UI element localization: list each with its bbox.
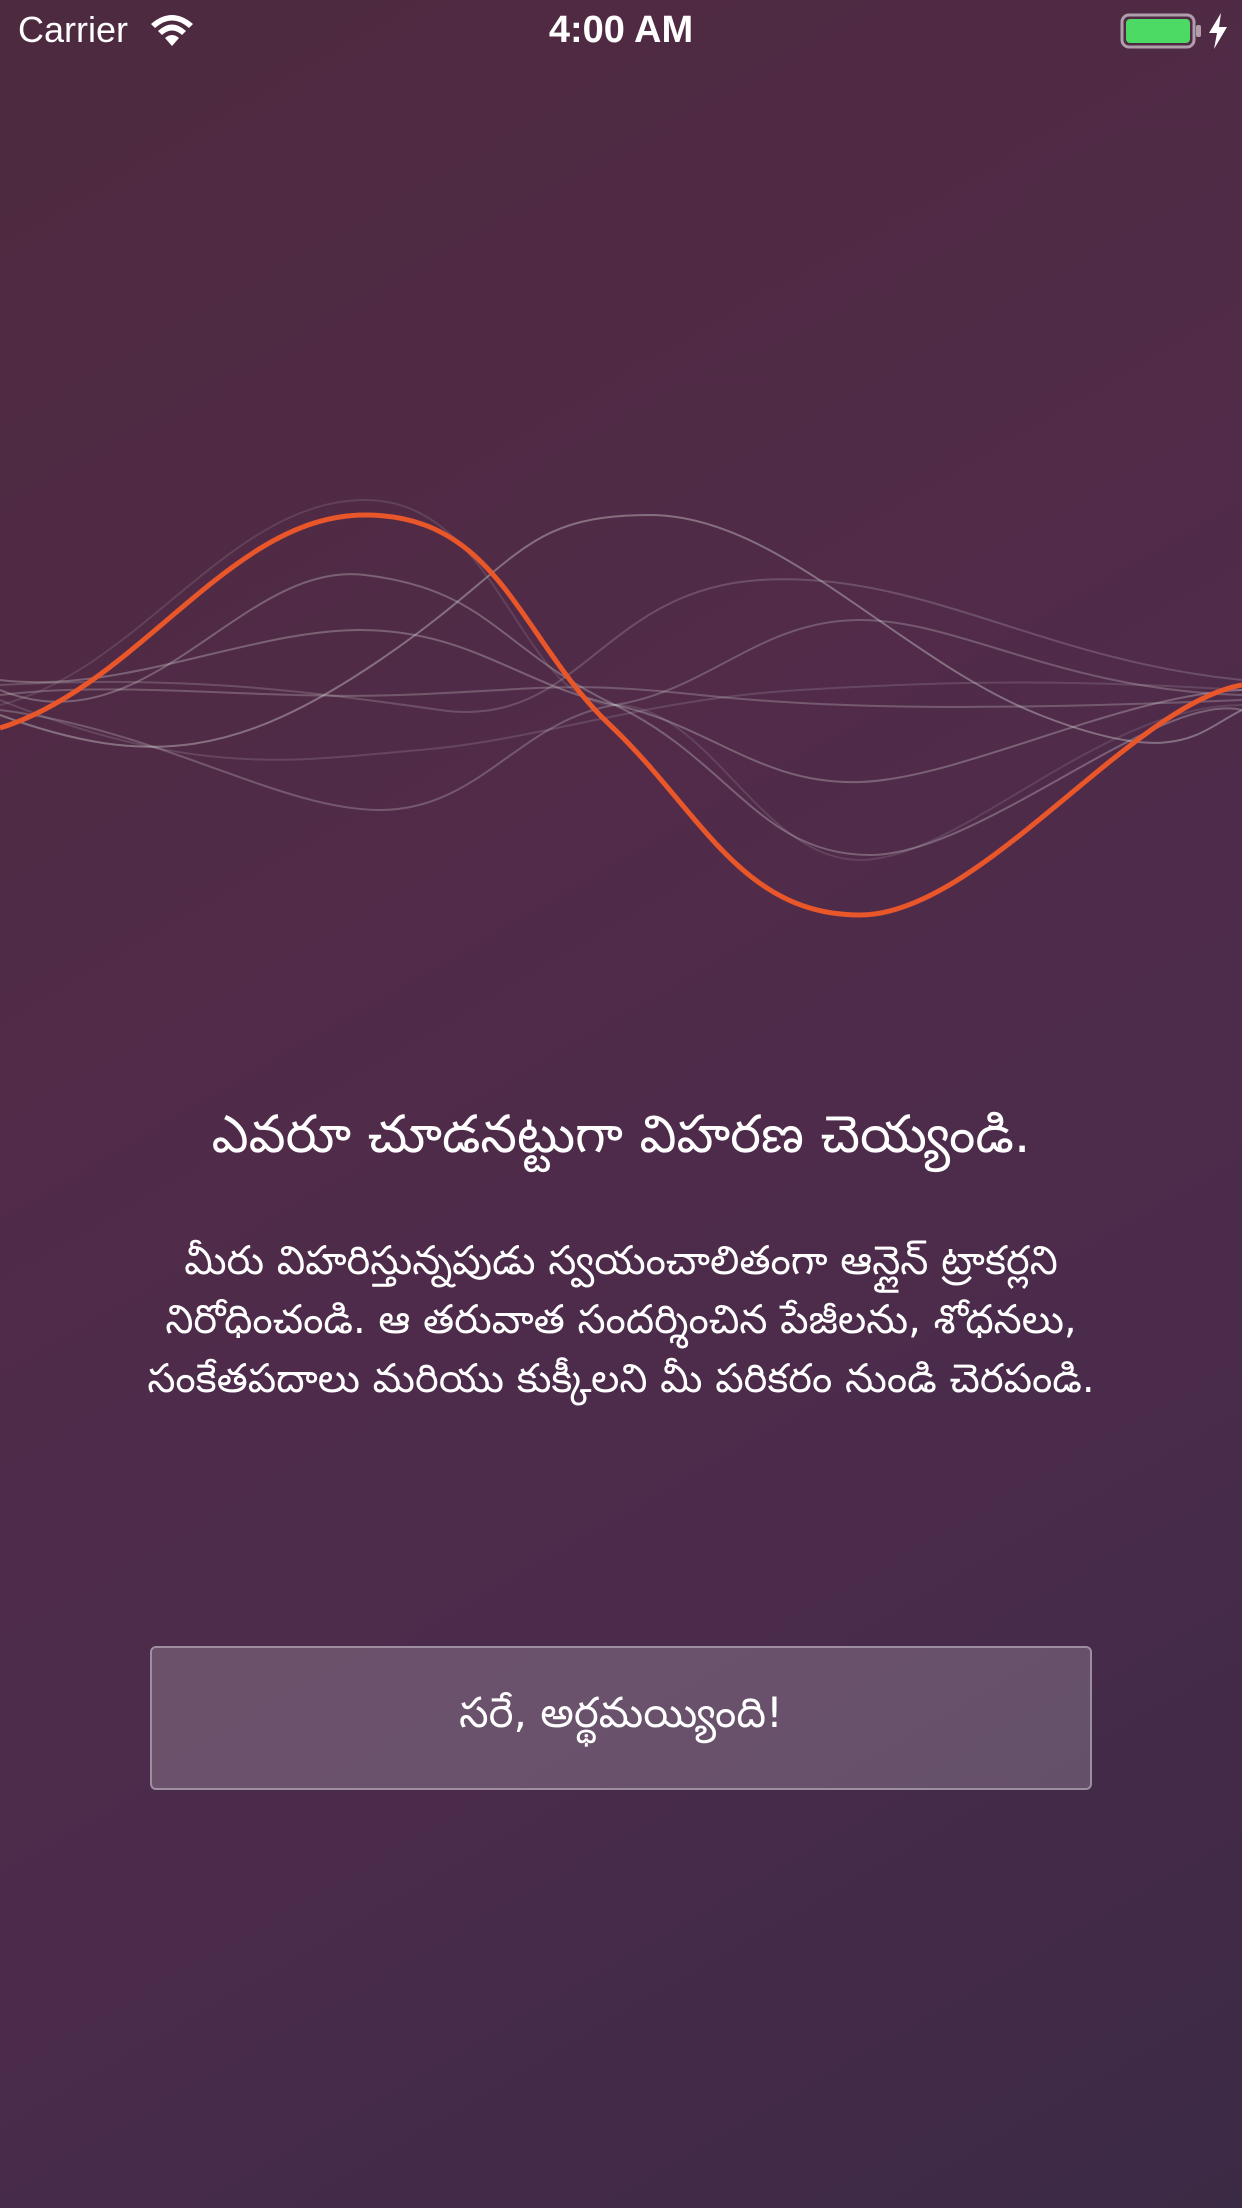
status-bar: Carrier 4:00 AM (0, 0, 1242, 60)
charging-bolt-icon (1209, 13, 1227, 49)
status-time: 4:00 AM (548, 9, 694, 51)
battery-icon (1120, 13, 1201, 49)
onboarding-title: ఎవరూ చూడనట్టుగా విహరణ చెయ్యండి. (211, 1105, 1031, 1165)
got-it-button-label: సరే, అర్థమయ్యింది! (459, 1688, 783, 1737)
onboarding-description: మీరు విహరిస్తున్నపుడు స్వయంచాలితంగా ఆన్ల… (147, 1238, 1095, 1402)
sound-wave-illustration (0, 498, 1242, 918)
got-it-button[interactable]: సరే, అర్థమయ్యింది! (150, 1646, 1092, 1790)
